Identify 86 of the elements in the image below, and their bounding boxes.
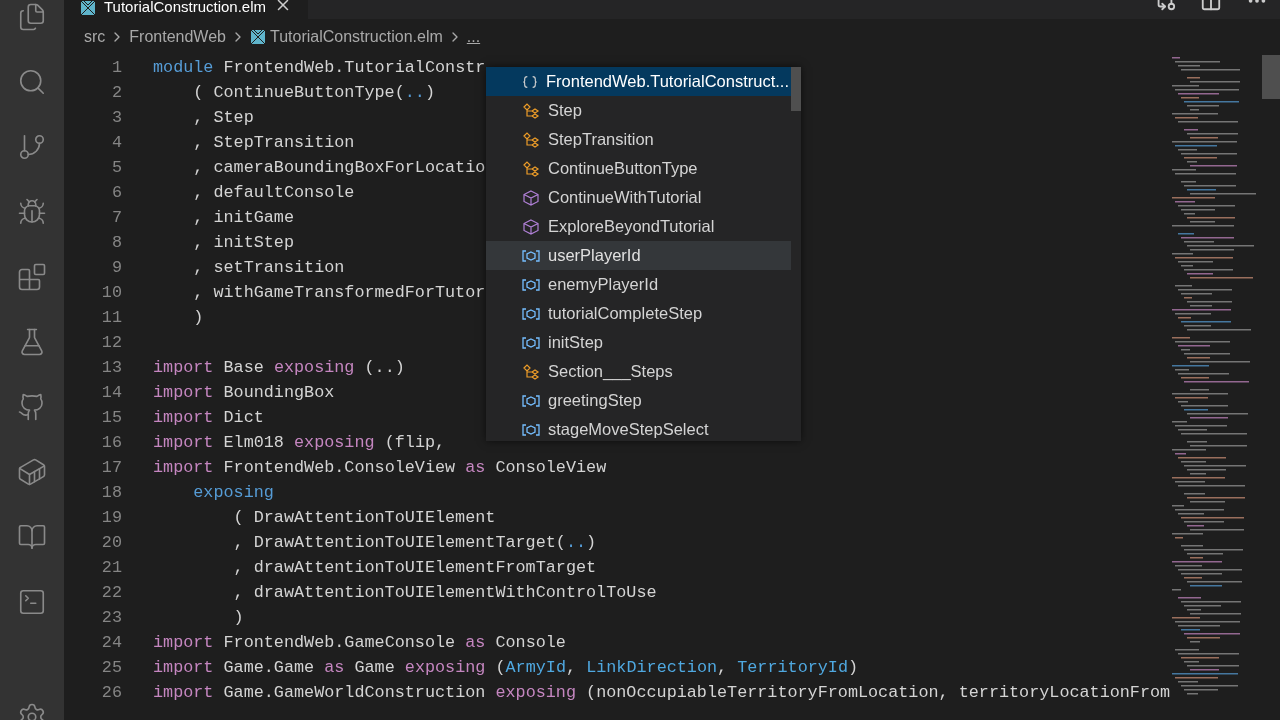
elm-file-icon <box>80 0 96 16</box>
code-line: import Dict <box>153 406 264 429</box>
code-line: , drawAttentionToUIElementFromTarget <box>232 556 597 579</box>
suggestion-item[interactable]: initStep <box>486 328 791 357</box>
code-line: , DrawAttentionToUIElementTarget(..) <box>232 531 597 554</box>
code-line: import Elm018 exposing (flip, <box>153 431 446 454</box>
variable-icon <box>522 421 540 438</box>
variable-icon <box>522 247 540 264</box>
line-number: 2 <box>110 81 122 104</box>
line-number: 25 <box>100 656 122 679</box>
line-number: 16 <box>100 431 122 454</box>
code-line: , withGameTransformedForTutor <box>192 281 486 304</box>
code-line: , defaultConsole <box>192 181 355 204</box>
code-line: import Base exposing (..) <box>153 356 405 379</box>
line-number: 20 <box>100 531 122 554</box>
line-number: 3 <box>110 106 122 129</box>
line-number: 18 <box>100 481 122 504</box>
code-line: , drawAttentionToUIElementWithControlToUse <box>232 581 657 604</box>
code-line: ) <box>232 606 244 629</box>
line-number: 9 <box>110 256 122 279</box>
line-number: 15 <box>100 406 122 429</box>
suggestion-item[interactable]: greetingStep <box>486 386 791 415</box>
breadcrumb-item[interactable]: ... <box>466 25 481 49</box>
line-number: 19 <box>100 506 122 529</box>
variable-icon <box>522 276 540 293</box>
code-line: ) <box>192 306 204 329</box>
code-line: , setTransition <box>192 256 345 279</box>
line-number: 17 <box>100 456 122 479</box>
line-number: 1 <box>110 56 122 79</box>
suggestion-item[interactable]: ContinueButtonType <box>486 154 791 183</box>
line-number: 6 <box>110 181 122 204</box>
variable-icon <box>522 334 540 351</box>
code-line: ( ContinueButtonType(..) <box>192 81 435 104</box>
cube-icon <box>522 189 540 206</box>
line-number: 4 <box>110 131 122 154</box>
elm-file-icon <box>250 29 266 45</box>
suggestion-item[interactable]: stageMoveStepSelect <box>486 415 791 441</box>
variable-icon <box>522 392 540 409</box>
tree-icon <box>522 160 540 177</box>
suggestion-item[interactable]: ContinueWithTutorial <box>486 183 791 212</box>
suggestion-item[interactable]: Section___Steps <box>486 357 791 386</box>
line-number: 21 <box>100 556 122 579</box>
breadcrumb-item[interactable]: src <box>84 25 106 49</box>
line-number: 8 <box>110 231 122 254</box>
code-line: exposing <box>192 481 274 504</box>
line-number: 10 <box>100 281 122 304</box>
suggestion-item[interactable]: StepTransition <box>486 125 791 154</box>
code-line: import BoundingBox <box>153 381 335 404</box>
code-line: import FrontendWeb.GameConsole as Console <box>153 631 566 654</box>
suggestion-item[interactable]: FrontendWeb.TutorialConstruct... <box>486 67 791 96</box>
tab-title: TutorialConstruction.elm <box>104 0 266 14</box>
code-line: , Step <box>192 106 254 129</box>
code-line: module FrontendWeb.TutorialConstr <box>153 56 486 79</box>
tree-icon <box>522 102 540 119</box>
line-number: 22 <box>100 581 122 604</box>
line-number: 5 <box>110 156 122 179</box>
editor-tab[interactable]: TutorialConstruction.elm <box>64 0 308 19</box>
code-line: , cameraBoundingBoxForLocatio <box>192 156 486 179</box>
scrollbar-thumb[interactable] <box>791 67 801 111</box>
code-line: import Game.Game as Game exposing (ArmyId, LinkDirection, TerritoryId) <box>153 656 859 679</box>
breadcrumb-item[interactable]: TutorialConstruction.elm <box>270 25 443 49</box>
suggestion-item[interactable]: enemyPlayerId <box>486 270 791 299</box>
code-line: import FrontendWeb.ConsoleView as ConsoleView <box>153 456 607 479</box>
tree-icon <box>522 363 540 380</box>
line-number: 24 <box>100 631 122 654</box>
line-number: 14 <box>100 381 122 404</box>
line-number: 26 <box>100 681 122 704</box>
code-line: , initStep <box>192 231 294 254</box>
suggestion-item[interactable]: tutorialCompleteStep <box>486 299 791 328</box>
line-number: 11 <box>100 306 122 329</box>
braces-icon <box>522 73 538 90</box>
cube-icon <box>522 218 540 235</box>
tree-icon <box>522 131 540 148</box>
line-number: 13 <box>100 356 122 379</box>
code-line: import Game.GameWorldConstruction exposing (nonOccupiableTerritoryFromLocation, territoryLocationFrom <box>153 681 1171 704</box>
line-number: 7 <box>110 206 122 229</box>
breadcrumb-item[interactable]: FrontendWeb <box>129 25 226 49</box>
code-line: , StepTransition <box>192 131 355 154</box>
suggestion-item[interactable]: userPlayerId <box>486 241 791 270</box>
line-number: 23 <box>100 606 122 629</box>
code-line: , initGame <box>192 206 294 229</box>
code-line: ( DrawAttentionToUIElement <box>232 506 496 529</box>
variable-icon <box>522 305 540 322</box>
line-number: 12 <box>100 331 122 354</box>
suggestion-item[interactable]: ExploreBeyondTutorial <box>486 212 791 241</box>
suggestion-item[interactable]: Step <box>486 96 791 125</box>
